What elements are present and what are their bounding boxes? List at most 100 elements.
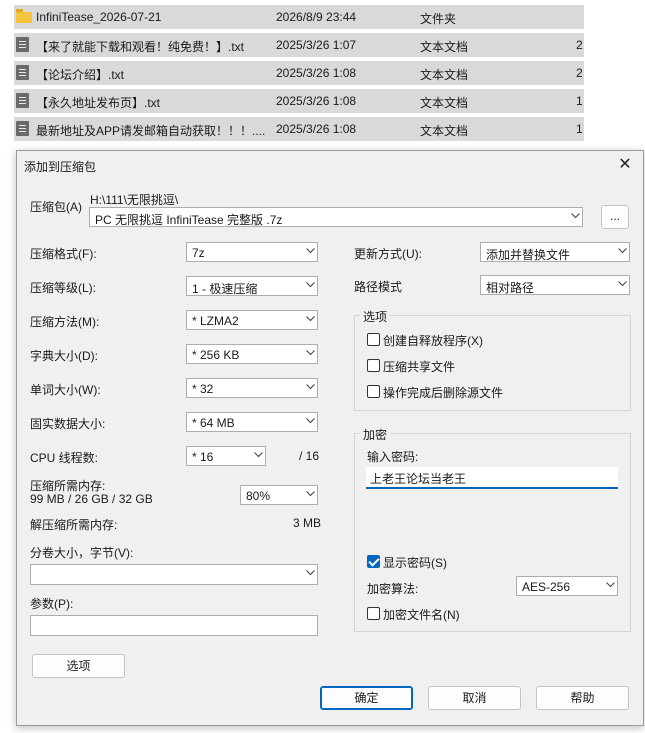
dict-select[interactable]: * 256 KB	[186, 344, 318, 364]
level-label: 压缩等级(L):	[30, 281, 97, 295]
path-mode-label: 路径模式	[354, 280, 403, 294]
format-label: 压缩格式(F):	[30, 247, 97, 261]
file-name: 【永久地址发布页】.txt	[36, 96, 161, 110]
file-row[interactable]: 【来了就能下载和观看！纯免费！】.txt 2025/3/26 1:07 文本文档 2	[14, 33, 584, 57]
delete-source-label: 操作完成后删除源文件	[383, 386, 504, 400]
file-type: 文本文档	[420, 40, 469, 54]
browse-button[interactable]: ...	[601, 205, 629, 229]
password-input[interactable]: 上老王论坛当老王	[366, 467, 618, 489]
encryption-group-title: 加密	[360, 426, 391, 443]
update-select[interactable]: 添加并替换文件	[480, 242, 630, 262]
file-row[interactable]: 最新地址及APP请发邮箱自动获取！！！.... 2025/3/26 1:08 文本文…	[14, 117, 584, 141]
delete-source-checkbox[interactable]	[367, 385, 380, 398]
word-label: 单词大小(W):	[30, 383, 101, 397]
help-button[interactable]: 帮助	[536, 686, 629, 710]
update-label: 更新方式(U):	[354, 247, 422, 261]
threads-select[interactable]: * 16	[186, 446, 266, 466]
mem-select[interactable]: 80%	[240, 485, 318, 505]
solid-select[interactable]: * 64 MB	[186, 412, 318, 432]
folder-icon	[16, 9, 32, 23]
encrypt-names-label: 加密文件名(N)	[383, 608, 460, 622]
ok-button[interactable]: 确定	[320, 686, 413, 710]
file-row[interactable]: 【永久地址发布页】.txt 2025/3/26 1:08 文本文档 1	[14, 89, 584, 113]
text-file-icon	[16, 93, 29, 108]
file-date: 2025/3/26 1:07	[276, 38, 357, 52]
chevron-down-icon	[306, 316, 315, 323]
split-label: 分卷大小，字节(V):	[30, 546, 134, 560]
method-select[interactable]: * LZMA2	[186, 310, 318, 330]
level-select[interactable]: 1 - 极速压缩	[186, 276, 318, 296]
file-row[interactable]: 【论坛介绍】.txt 2025/3/26 1:08 文本文档 2	[14, 61, 584, 85]
show-password-checkbox[interactable]	[367, 555, 380, 568]
file-name: 【来了就能下载和观看！纯免费！】.txt	[36, 40, 245, 54]
solid-label: 固实数据大小:	[30, 417, 106, 431]
sfx-label: 创建自释放程序(X)	[383, 334, 483, 348]
enc-method-select[interactable]: AES-256	[516, 576, 618, 596]
chevron-down-icon	[618, 248, 627, 255]
sfx-checkbox[interactable]	[367, 333, 380, 346]
word-select[interactable]: * 32	[186, 378, 318, 398]
format-select[interactable]: 7z	[186, 242, 318, 262]
chevron-down-icon	[306, 248, 315, 255]
solid-value: * 64 MB	[192, 416, 235, 430]
file-row[interactable]: InfiniTease_2026-07-21 2026/8/9 23:44 文件夹	[14, 5, 584, 29]
format-value: 7z	[192, 246, 205, 260]
word-value: * 32	[192, 382, 214, 396]
text-file-icon	[16, 37, 29, 52]
chevron-down-icon	[306, 350, 315, 357]
threads-label: CPU 线程数:	[30, 451, 99, 465]
update-value: 添加并替换文件	[486, 248, 571, 262]
file-name: InfiniTease_2026-07-21	[36, 10, 162, 24]
threads-value: * 16	[192, 450, 214, 464]
show-password-label: 显示密码(S)	[383, 556, 447, 570]
mem-detail: 99 MB / 26 GB / 32 GB	[30, 492, 153, 506]
archive-name-combo[interactable]: PC 无限挑逗 InfiniTease 完整版 .7z	[89, 207, 583, 227]
chevron-down-icon	[571, 213, 580, 220]
params-label: 参数(P):	[30, 597, 74, 611]
encrypt-names-checkbox[interactable]	[367, 607, 380, 620]
method-value: * LZMA2	[192, 314, 239, 328]
file-name: 【论坛介绍】.txt	[36, 68, 125, 82]
file-type: 文本文档	[420, 96, 469, 110]
chevron-down-icon	[306, 418, 315, 425]
archive-name-value: PC 无限挑逗 InfiniTease 完整版 .7z	[95, 213, 283, 227]
add-to-archive-dialog: 添加到压缩包 ✕ 压缩包(A) H:\111\无限挑逗\ PC 无限挑逗 Inf…	[16, 150, 644, 726]
password-label: 输入密码:	[367, 450, 419, 464]
file-type: 文本文档	[420, 68, 469, 82]
file-date: 2025/3/26 1:08	[276, 66, 357, 80]
file-size: 2	[576, 66, 583, 80]
text-file-icon	[16, 121, 29, 136]
enc-method-label: 加密算法:	[367, 582, 419, 596]
file-date: 2026/8/9 23:44	[276, 10, 357, 24]
options-button[interactable]: 选项	[32, 654, 125, 678]
options-group-title: 选项	[360, 308, 391, 325]
cancel-button[interactable]: 取消	[428, 686, 521, 710]
shared-checkbox[interactable]	[367, 359, 380, 372]
level-value: 1 - 极速压缩	[192, 282, 258, 296]
path-mode-select[interactable]: 相对路径	[480, 275, 630, 295]
chevron-down-icon	[306, 570, 315, 577]
file-type: 文件夹	[420, 12, 457, 26]
params-input[interactable]	[30, 615, 318, 636]
demem-label: 解压缩所需内存:	[30, 518, 118, 532]
chevron-down-icon	[306, 384, 315, 391]
file-size: 2	[576, 38, 583, 52]
threads-total: / 16	[299, 449, 320, 463]
chevron-down-icon	[306, 282, 315, 289]
file-size: 1	[576, 122, 583, 136]
archive-path: H:\111\无限挑逗\	[90, 193, 179, 207]
split-select[interactable]	[30, 564, 318, 585]
mem-value: 80%	[246, 489, 271, 503]
chevron-down-icon	[618, 281, 627, 288]
dict-label: 字典大小(D):	[30, 349, 98, 363]
chevron-down-icon	[606, 582, 615, 589]
chevron-down-icon	[306, 491, 315, 498]
file-type: 文本文档	[420, 124, 469, 138]
shared-label: 压缩共享文件	[383, 360, 456, 374]
dict-value: * 256 KB	[192, 348, 240, 362]
close-icon[interactable]: ✕	[615, 155, 635, 175]
dialog-title: 添加到压缩包	[24, 160, 97, 174]
method-label: 压缩方法(M):	[30, 315, 100, 329]
file-name: 最新地址及APP请发邮箱自动获取！！！....	[36, 124, 266, 138]
file-size: 1	[576, 94, 583, 108]
